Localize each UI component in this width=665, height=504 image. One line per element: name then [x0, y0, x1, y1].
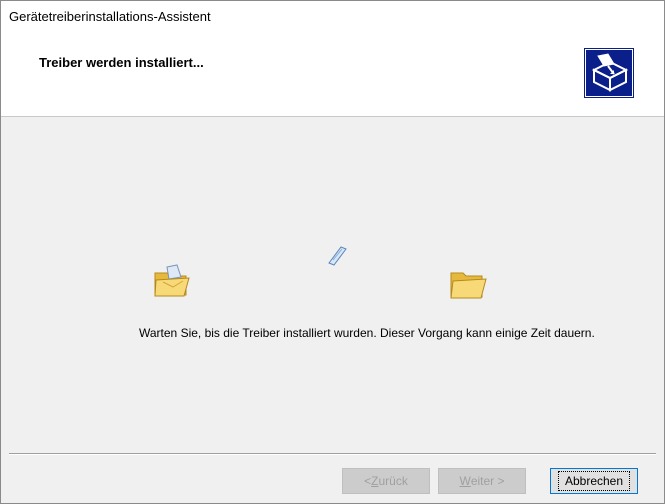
- flying-file-icon: [328, 246, 347, 266]
- window-title: Gerätetreiberinstallations-Assistent: [9, 9, 211, 24]
- footer-divider: [9, 453, 656, 455]
- next-mnemonic: W: [459, 474, 471, 488]
- title-bar[interactable]: Gerätetreiberinstallations-Assistent: [1, 1, 664, 35]
- wizard-header: Treiber werden installiert...: [1, 35, 664, 117]
- cancel-label: Abbrechen: [557, 471, 631, 491]
- next-button[interactable]: Weiter >: [438, 468, 526, 494]
- target-folder-icon: [450, 272, 487, 299]
- status-message: Warten Sie, bis die Treiber installiert …: [139, 326, 595, 340]
- setup-wizard-icon: [584, 48, 634, 98]
- source-folder-icon: [154, 264, 190, 297]
- back-mnemonic: Z: [371, 474, 379, 488]
- wizard-window: Gerätetreiberinstallations-Assistent Tre…: [0, 0, 665, 504]
- page-title: Treiber werden installiert...: [39, 55, 204, 70]
- back-prefix: <: [364, 474, 372, 488]
- next-label-rest: eiter >: [470, 474, 505, 488]
- back-label-rest: urück: [378, 474, 408, 488]
- cancel-button[interactable]: Abbrechen: [550, 468, 638, 494]
- wizard-content: Warten Sie, bis die Treiber installiert …: [1, 117, 664, 452]
- back-button[interactable]: < Zurück: [342, 468, 430, 494]
